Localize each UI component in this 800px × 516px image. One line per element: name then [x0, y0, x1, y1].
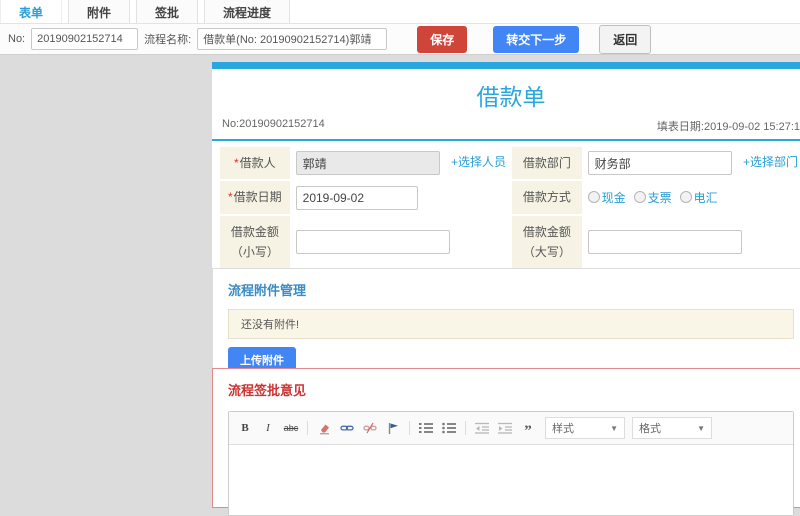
amount-big-input[interactable]	[587, 230, 742, 255]
save-button[interactable]: 保存	[417, 25, 468, 53]
loan-method-label: 借款方式	[512, 181, 582, 214]
loan-date-label: *借款日期	[220, 181, 290, 214]
radio-cash[interactable]: 现金	[587, 189, 626, 206]
table-row: *借款日期 借款方式 现金 支票 电汇	[220, 181, 800, 214]
strikethrough-icon[interactable]: abc	[281, 419, 301, 437]
amount-small-label: 借款金额（小写）	[220, 215, 290, 269]
no-input[interactable]	[31, 28, 139, 50]
form-fill-date: 填表日期:2019-09-02 15:27:1	[656, 121, 800, 133]
amount-small-input[interactable]	[295, 230, 450, 255]
chevron-down-icon: ▼	[697, 423, 705, 433]
link-icon[interactable]	[337, 419, 357, 437]
department-label: 借款部门	[512, 147, 582, 180]
form-no: No:20190902152714	[222, 118, 325, 130]
format-dropdown[interactable]: 格式 ▼	[632, 417, 712, 439]
department-input[interactable]	[587, 151, 732, 176]
no-attachments-message: 还没有附件!	[228, 309, 794, 339]
radio-wire[interactable]: 电汇	[679, 189, 718, 206]
editor-toolbar: B I abc ” 样式 ▼ 格式 ▼	[229, 412, 793, 445]
indent-icon[interactable]	[495, 419, 515, 437]
attachments-header: 流程附件管理	[228, 283, 307, 298]
flow-name-input[interactable]	[197, 28, 388, 50]
opinions-panel: 流程签批意见 B I abc ” 样式 ▼ 格式 ▼	[212, 368, 800, 516]
italic-icon[interactable]: I	[258, 419, 278, 437]
unlink-icon[interactable]	[360, 419, 380, 437]
opinions-header: 流程签批意见	[228, 383, 307, 398]
form-meta-row: No:20190902152714 填表日期:2019-09-02 15:27:…	[212, 116, 800, 141]
tab-bar: 表单 附件 签批 流程进度	[0, 0, 800, 24]
rich-text-editor: B I abc ” 样式 ▼ 格式 ▼	[228, 411, 794, 516]
select-department-link[interactable]: +选择部门	[743, 155, 798, 169]
bold-icon[interactable]: B	[235, 419, 255, 437]
tab-approval[interactable]: 签批	[136, 0, 199, 23]
borrower-label: *借款人	[220, 147, 290, 180]
form-title: 借款单	[476, 84, 546, 110]
panel-top-bar	[212, 62, 800, 69]
flow-name-label: 流程名称:	[144, 34, 192, 46]
anchor-flag-icon[interactable]	[383, 419, 403, 437]
loan-date-input[interactable]	[295, 185, 418, 210]
chevron-down-icon: ▼	[610, 423, 618, 433]
toolbar-divider	[465, 421, 466, 435]
radio-icon[interactable]	[587, 191, 600, 204]
tab-form[interactable]: 表单	[0, 0, 63, 23]
tab-attachments[interactable]: 附件	[68, 0, 131, 23]
table-row: 借款金额（小写） 借款金额（大写）	[220, 215, 800, 269]
required-mark: *	[233, 156, 239, 170]
back-button[interactable]: 返回	[599, 24, 652, 54]
forward-next-step-button[interactable]: 转交下一步	[493, 25, 580, 53]
command-bar: No: 流程名称: 保存 转交下一步 返回	[0, 24, 800, 55]
amount-big-label: 借款金额（大写）	[512, 215, 582, 269]
radio-icon[interactable]	[633, 191, 646, 204]
radio-icon[interactable]	[679, 191, 692, 204]
editor-content-area[interactable]	[229, 445, 793, 515]
styles-dropdown[interactable]: 样式 ▼	[545, 417, 625, 439]
blockquote-icon[interactable]: ”	[518, 416, 538, 440]
no-label: No:	[8, 33, 26, 45]
remove-format-icon[interactable]	[314, 419, 334, 437]
ordered-list-icon[interactable]	[416, 419, 436, 437]
outdent-icon[interactable]	[472, 419, 492, 437]
toolbar-divider	[307, 421, 308, 435]
unordered-list-icon[interactable]	[439, 419, 459, 437]
required-mark: *	[227, 190, 233, 205]
radio-cheque[interactable]: 支票	[633, 189, 672, 206]
loan-method-radios: 现金 支票 电汇	[587, 189, 718, 206]
borrower-input[interactable]	[295, 151, 440, 176]
table-row: *借款人 +选择人员 借款部门 +选择部门	[220, 147, 800, 180]
select-person-link[interactable]: +选择人员	[451, 155, 506, 169]
tab-progress[interactable]: 流程进度	[204, 0, 291, 23]
toolbar-divider	[409, 421, 410, 435]
